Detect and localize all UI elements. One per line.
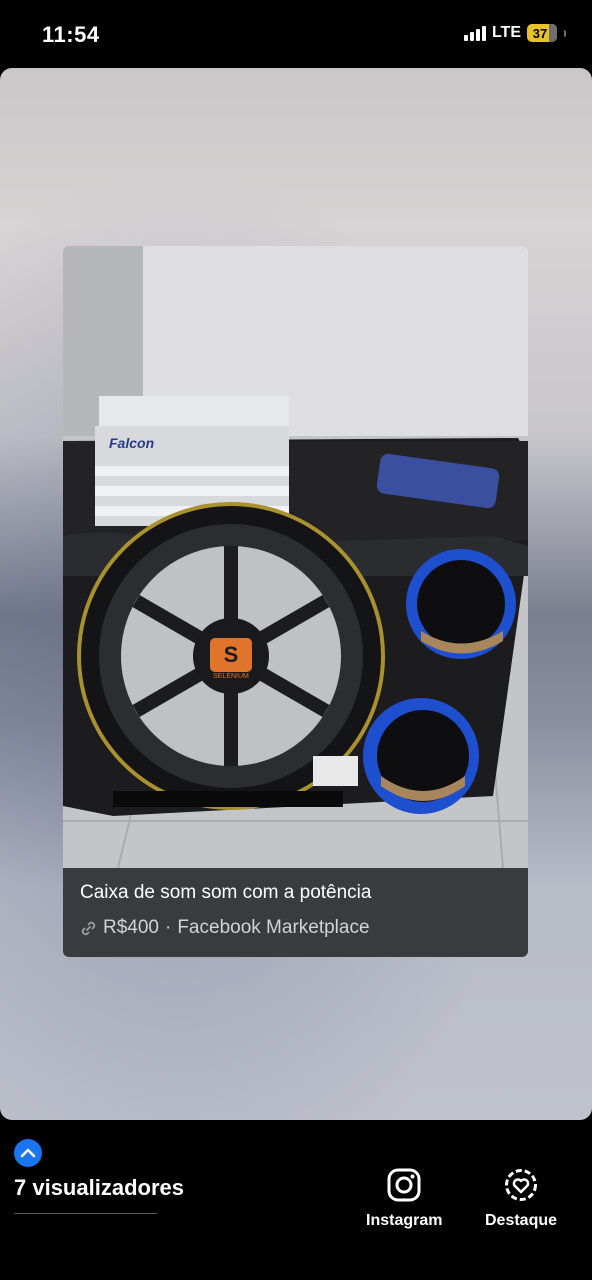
woofer-brand-label: SELENIUM xyxy=(213,673,249,680)
instagram-label: Instagram xyxy=(366,1212,443,1229)
battery-icon: 37 xyxy=(527,24,557,42)
highlight-button[interactable]: Destaque xyxy=(485,1168,557,1230)
post-source: Facebook Marketplace xyxy=(177,917,370,938)
svg-text:S: S xyxy=(224,642,239,667)
highlight-label: Destaque xyxy=(485,1212,558,1229)
post-caption: Caixa de som som com a potência R$400 · … xyxy=(63,868,528,957)
meta-separator: · xyxy=(165,917,172,938)
post-title: Caixa de som som com a potência xyxy=(80,882,372,903)
network-type: LTE xyxy=(491,24,521,41)
expand-viewers-button[interactable] xyxy=(14,1139,42,1167)
chevron-up-icon xyxy=(20,1148,36,1158)
post-photo: Falcon S SELENIUM xyxy=(63,246,528,868)
shared-post-card[interactable]: Falcon S SELENIUM Caixa de som som com a… xyxy=(63,246,528,957)
battery-cap xyxy=(564,29,566,37)
status-bar: 11:54 LTE 37 xyxy=(0,0,592,68)
status-time: 11:54 xyxy=(42,22,100,47)
story-footer: 7 visualizadores Instagram Destaque xyxy=(0,1120,592,1280)
viewers-underline xyxy=(14,1213,157,1214)
link-icon xyxy=(80,920,97,937)
signal-icon xyxy=(463,25,486,41)
highlight-heart-icon xyxy=(505,1169,538,1201)
viewers-count[interactable]: 7 visualizadores xyxy=(14,1175,184,1201)
instagram-icon xyxy=(387,1168,421,1202)
amp-brand-label: Falcon xyxy=(109,435,154,451)
status-indicators: LTE 37 xyxy=(463,24,566,42)
post-price: R$400 xyxy=(103,917,159,938)
instagram-button[interactable]: Instagram xyxy=(366,1168,442,1230)
post-meta: R$400 · Facebook Marketplace xyxy=(80,917,370,939)
